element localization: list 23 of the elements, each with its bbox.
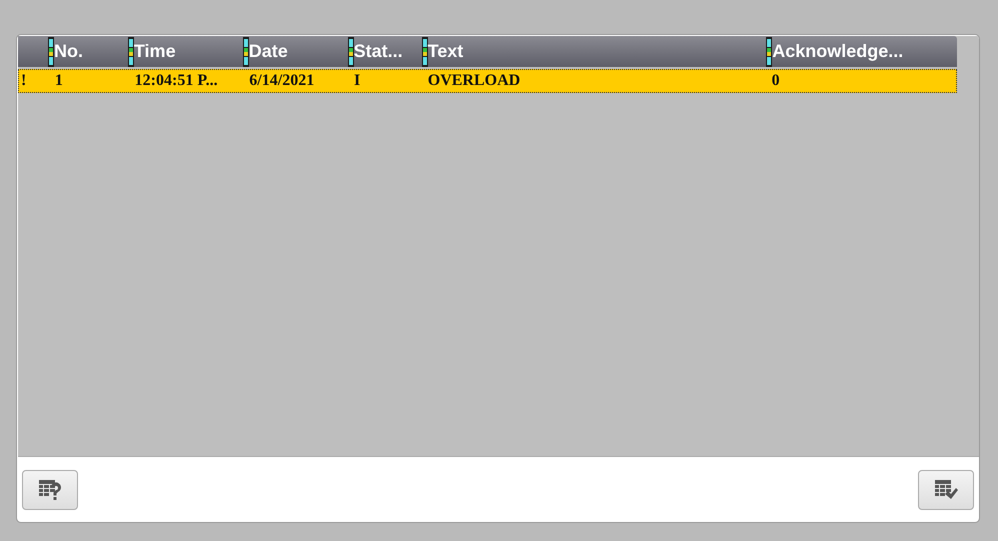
column-header[interactable]: Date <box>242 36 348 67</box>
column-handle-icon <box>422 36 428 66</box>
info-button[interactable] <box>22 470 78 510</box>
column-header[interactable]: Acknowledge... <box>766 36 958 67</box>
table-cell-text: 6/14/2021 <box>248 71 316 91</box>
table-check-icon <box>934 478 958 500</box>
column-handle-icon <box>242 36 249 66</box>
column-handle-icon <box>128 36 134 66</box>
alarm-row[interactable]: ! 1 12:04:51 P... 6/14/2021 I OVERLOAD 0 <box>18 69 957 93</box>
table-help-icon <box>38 478 62 500</box>
column-header[interactable]: Stat... <box>348 36 422 67</box>
table-cell-text: 1 <box>54 71 64 91</box>
column-handle-icon <box>48 36 54 66</box>
column-header[interactable]: Time <box>128 36 243 67</box>
column-header[interactable]: No. <box>48 36 128 67</box>
table-cell-text: I <box>352 71 362 91</box>
alarm-marker: ! <box>20 71 28 91</box>
table-cell-text: OVERLOAD <box>426 71 522 91</box>
table-cell-text: 0 <box>770 71 781 91</box>
table-cell-text: 12:04:51 P... <box>134 71 219 91</box>
column-handle-icon <box>766 36 772 66</box>
acknowledge-button[interactable] <box>918 470 974 510</box>
column-handle-icon <box>348 36 354 66</box>
